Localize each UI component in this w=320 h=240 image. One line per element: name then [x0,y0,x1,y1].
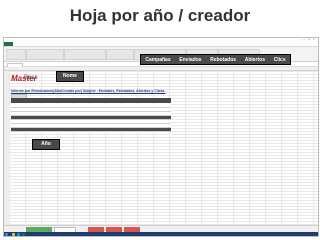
explorer-icon[interactable] [12,232,15,236]
windows-taskbar [4,232,318,236]
metrics-callout: Campañas Enviados Rebotados Abiertos Cli… [140,54,291,65]
slide-title: Hoja por año / creador [69,6,251,25]
browser-icon[interactable] [17,232,20,236]
metric-abiertos: Abiertos [244,56,265,63]
nome-callout-label: Nome [63,73,77,79]
maximize-icon[interactable]: □ [307,38,311,41]
metric-enviados: Enviados [179,56,202,63]
start-icon[interactable] [5,232,8,236]
excel-icon[interactable] [22,232,25,236]
number-group[interactable] [106,49,134,60]
excel-window: – □ × Master Base Informe por Remolcamos… [3,37,319,237]
nome-callout: Nome [56,71,84,82]
alignment-group[interactable] [64,49,106,60]
close-icon[interactable]: × [312,38,316,41]
metric-campanas: Campañas [145,56,171,63]
clipboard-group[interactable] [6,49,26,60]
table-total-row [11,128,171,132]
metric-clics: Clics [273,56,286,63]
ano-callout-label: Año [41,141,51,147]
masterbase-logo: Master Base [11,72,41,88]
ano-callout: Año [32,139,60,150]
table-header-row [11,98,171,103]
logo-text-right: Base [24,75,38,81]
metric-rebotados: Rebotados [210,56,237,63]
minimize-icon[interactable]: – [302,38,306,41]
report-title[interactable]: Informe por Remolcamos(Año/Creado por) S… [11,89,165,93]
file-tab[interactable] [4,42,13,46]
font-group[interactable] [26,49,64,60]
